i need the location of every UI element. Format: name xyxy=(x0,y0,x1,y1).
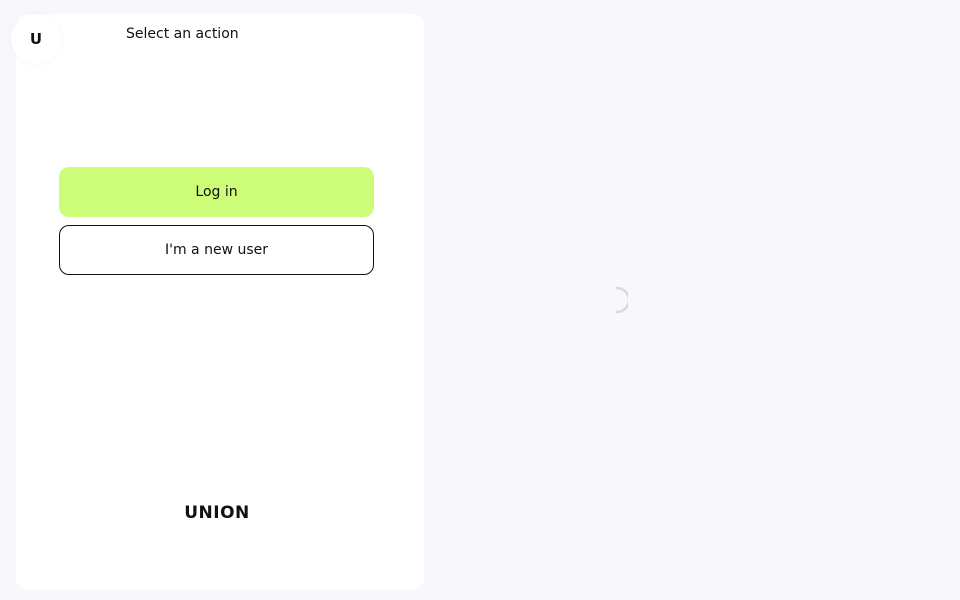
new-user-button[interactable]: I'm a new user xyxy=(59,225,374,275)
new-user-button-label: I'm a new user xyxy=(164,242,269,258)
brand-logo: UNION xyxy=(184,503,250,523)
app-page: U Select an action Log in I'm a new user… xyxy=(0,0,960,600)
avatar-letter: U xyxy=(29,30,43,48)
login-button[interactable]: Log in xyxy=(59,167,374,217)
avatar[interactable]: U xyxy=(11,14,61,64)
loading-spinner-icon xyxy=(615,286,628,314)
page-title: Select an action xyxy=(126,26,239,42)
login-button-label: Log in xyxy=(195,184,238,200)
